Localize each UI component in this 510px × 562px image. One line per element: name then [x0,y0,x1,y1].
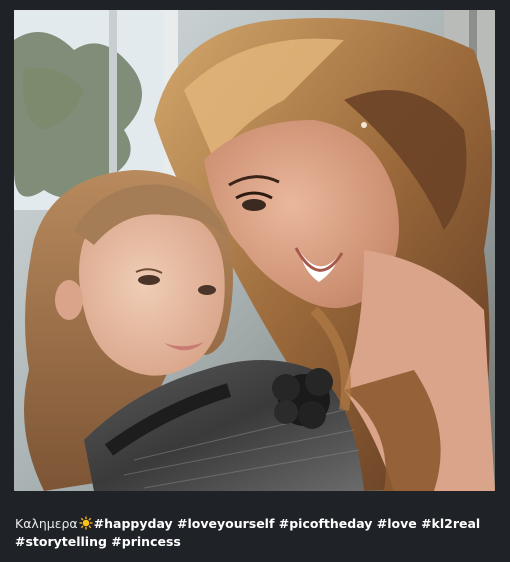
hashtags-line-1[interactable]: #happyday #loveyourself #picoftheday #lo… [94,516,481,531]
post-photo[interactable] [14,10,495,491]
post-caption: Καλημερα #happyday #loveyourself #picofth… [15,515,495,551]
post-card: Καλημερα #happyday #loveyourself #picofth… [0,0,510,562]
selfie-photo-icon [14,10,495,491]
sun-emoji-icon [79,516,93,530]
caption-text: Καλημερα [15,516,78,531]
hashtags-line-2[interactable]: #storytelling #princess [15,534,181,549]
